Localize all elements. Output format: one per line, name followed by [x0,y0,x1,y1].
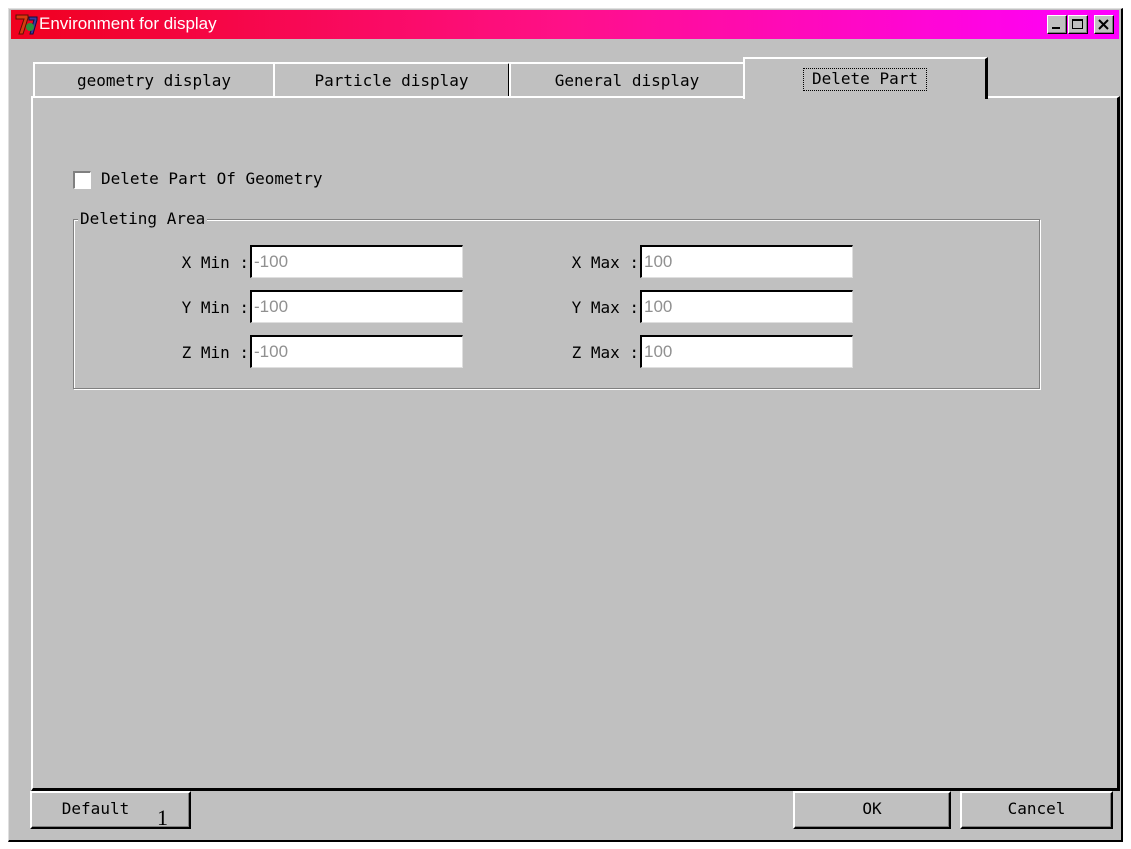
group-label: Deleting Area [78,209,208,228]
y-max-label: Y Max : [571,298,639,317]
minimize-button[interactable] [1047,15,1067,34]
cancel-button-label: Cancel [1007,799,1066,818]
ok-button[interactable]: OK [793,791,951,829]
deleting-area-group: Deleting Area X Min : -100 Y Min : -100 … [73,209,1040,389]
delete-part-checkbox-label[interactable]: Delete Part Of Geometry [101,169,323,188]
tab-label: Particle display [314,71,469,90]
title-bar[interactable]: Environment for display [11,10,1119,39]
delete-part-checkbox[interactable] [73,171,91,189]
y-min-input[interactable]: -100 [250,290,463,323]
z-max-input[interactable]: 100 [640,335,853,368]
y-max-input[interactable]: 100 [640,290,853,323]
dialog-window: Environment for display geometry display… [8,8,1123,842]
tab-panel-delete-part: Delete Part Of Geometry Deleting Area X … [31,96,1120,791]
z-min-input[interactable]: -100 [250,335,463,368]
x-max-input[interactable]: 100 [640,245,853,278]
maximize-icon [1072,19,1083,29]
maximize-button[interactable] [1068,15,1088,34]
overlay-marker: 1 [157,805,168,830]
close-button[interactable] [1094,15,1114,34]
ok-button-label: OK [862,799,882,818]
tab-label: Delete Part [803,68,927,91]
default-button-label: Default [61,799,130,818]
app-logo-icon [15,14,38,35]
z-min-label: Z Min : [181,343,249,362]
x-min-label: X Min : [181,253,249,272]
x-max-label: X Max : [571,253,639,272]
z-max-label: Z Max : [571,343,639,362]
tab-general-display[interactable]: General display [509,62,746,98]
tab-label: geometry display [76,71,232,90]
tab-delete-part[interactable]: Delete Part [743,57,988,99]
tab-particle-display[interactable]: Particle display [273,62,511,98]
close-icon [1098,19,1109,30]
cancel-button[interactable]: Cancel [960,791,1113,829]
x-min-input[interactable]: -100 [250,245,463,278]
window-title: Environment for display [39,14,217,33]
y-min-label: Y Min : [181,298,249,317]
minimize-icon [1052,27,1060,29]
tab-geometry-display[interactable]: geometry display [33,62,276,98]
tab-label: General display [554,71,700,90]
